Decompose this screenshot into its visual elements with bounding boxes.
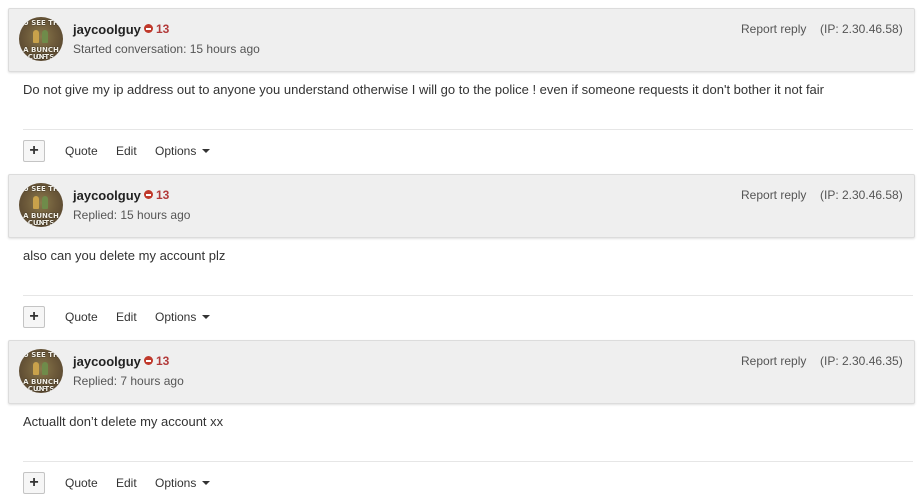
divider xyxy=(23,461,913,462)
reputation-value: 13 xyxy=(156,188,170,202)
post: U SEE TH A BUNCH OF CUNTS jaycoolguy 13 … xyxy=(0,0,923,166)
avatar-figure xyxy=(33,196,39,209)
avatar[interactable]: U SEE TH A BUNCH OF CUNTS xyxy=(19,349,63,393)
avatar-caption-top: U SEE TH xyxy=(23,185,59,193)
avatar-caption-top: U SEE TH xyxy=(23,351,59,359)
minus-circle-icon xyxy=(144,24,153,33)
post-header: U SEE TH A BUNCH OF CUNTS jaycoolguy 13 … xyxy=(8,8,915,72)
options-dropdown[interactable]: Options xyxy=(155,310,211,324)
plus-icon: + xyxy=(29,308,39,325)
edit-button[interactable]: Edit xyxy=(116,310,137,324)
quote-button[interactable]: Quote xyxy=(65,144,98,158)
options-dropdown[interactable]: Options xyxy=(155,144,211,158)
reputation-badge: 13 xyxy=(144,188,169,202)
avatar-figure xyxy=(42,30,48,43)
divider xyxy=(23,129,913,130)
reputation-value: 13 xyxy=(156,22,170,36)
post-meta: Started conversation: 15 hours ago xyxy=(73,42,260,56)
post-meta: Replied: 15 hours ago xyxy=(73,208,191,222)
post-body: Actuallt don’t delete my account xx xyxy=(23,414,224,429)
avatar-figure xyxy=(42,362,48,375)
post-header: U SEE TH A BUNCH OF CUNTS jaycoolguy 13 … xyxy=(8,174,915,238)
ip-address: (IP: 2.30.46.58) xyxy=(820,188,903,202)
plus-button[interactable]: + xyxy=(23,140,45,162)
plus-button[interactable]: + xyxy=(23,306,45,328)
ip-address: (IP: 2.30.46.58) xyxy=(820,22,903,36)
post: U SEE TH A BUNCH OF CUNTS jaycoolguy 13 … xyxy=(0,166,923,332)
divider xyxy=(23,295,913,296)
options-dropdown[interactable]: Options xyxy=(155,476,211,490)
report-reply-link[interactable]: Report reply xyxy=(741,188,806,202)
quote-button[interactable]: Quote xyxy=(65,310,98,324)
post-actions: + Quote Edit Options xyxy=(0,472,923,496)
avatar-caption-top: U SEE TH xyxy=(23,19,59,27)
post: U SEE TH A BUNCH OF CUNTS jaycoolguy 13 … xyxy=(0,332,923,498)
reputation-badge: 13 xyxy=(144,354,169,368)
plus-icon: + xyxy=(29,474,39,491)
avatar-figure xyxy=(33,30,39,43)
username-link[interactable]: jaycoolguy xyxy=(73,188,141,203)
plus-button[interactable]: + xyxy=(23,472,45,494)
avatar-caption-bottom: CUNTS xyxy=(27,219,55,227)
post-actions: + Quote Edit Options xyxy=(0,140,923,164)
post-meta: Replied: 7 hours ago xyxy=(73,374,184,388)
edit-button[interactable]: Edit xyxy=(116,144,137,158)
minus-circle-icon xyxy=(144,190,153,199)
reputation-value: 13 xyxy=(156,354,170,368)
options-label: Options xyxy=(155,310,197,324)
post-body: Do not give my ip address out to anyone … xyxy=(23,82,824,97)
caret-down-icon xyxy=(202,149,211,153)
caret-down-icon xyxy=(202,315,211,319)
avatar-caption-bottom: CUNTS xyxy=(27,385,55,393)
quote-button[interactable]: Quote xyxy=(65,476,98,490)
minus-circle-icon xyxy=(144,356,153,365)
post-header: U SEE TH A BUNCH OF CUNTS jaycoolguy 13 … xyxy=(8,340,915,404)
report-reply-link[interactable]: Report reply xyxy=(741,22,806,36)
avatar[interactable]: U SEE TH A BUNCH OF CUNTS xyxy=(19,183,63,227)
avatar[interactable]: U SEE TH A BUNCH OF CUNTS xyxy=(19,17,63,61)
options-label: Options xyxy=(155,144,197,158)
caret-down-icon xyxy=(202,481,211,485)
reputation-badge: 13 xyxy=(144,22,169,36)
username-link[interactable]: jaycoolguy xyxy=(73,354,141,369)
report-reply-link[interactable]: Report reply xyxy=(741,354,806,368)
post-body: also can you delete my account plz xyxy=(23,248,226,263)
post-actions: + Quote Edit Options xyxy=(0,306,923,330)
plus-icon: + xyxy=(29,142,39,159)
avatar-caption-bottom: CUNTS xyxy=(27,53,55,61)
avatar-figure xyxy=(42,196,48,209)
username-link[interactable]: jaycoolguy xyxy=(73,22,141,37)
edit-button[interactable]: Edit xyxy=(116,476,137,490)
avatar-figure xyxy=(33,362,39,375)
options-label: Options xyxy=(155,476,197,490)
ip-address: (IP: 2.30.46.35) xyxy=(820,354,903,368)
